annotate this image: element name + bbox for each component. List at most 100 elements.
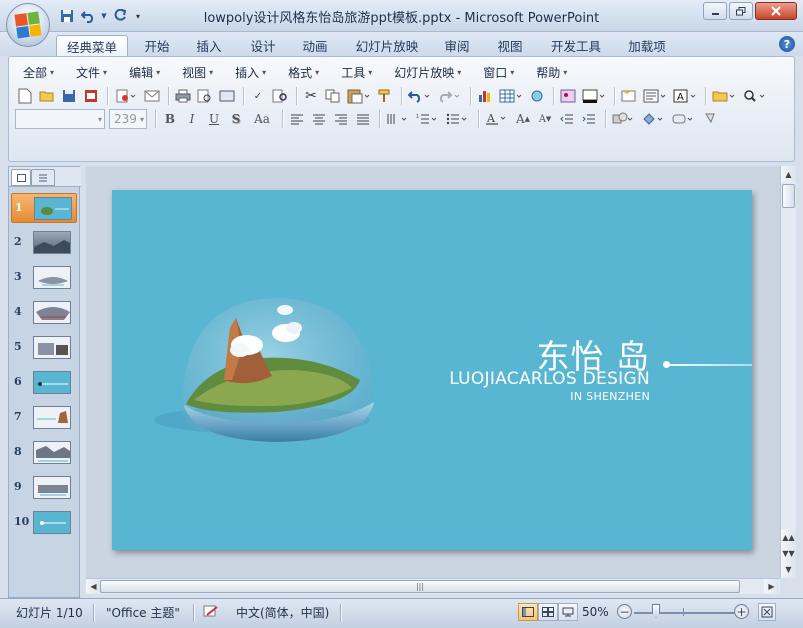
outline-tab[interactable] — [31, 169, 55, 186]
next-slide-icon[interactable]: ▼▼ — [781, 545, 796, 561]
justify-icon[interactable] — [353, 109, 373, 129]
line-color-icon[interactable] — [580, 86, 608, 106]
scroll-down-icon[interactable]: ▼ — [781, 561, 796, 577]
scroll-left-icon[interactable]: ◀ — [86, 579, 101, 593]
horizontal-scrollbar[interactable]: ◀ ||| ▶ — [86, 578, 780, 594]
font-name-combo[interactable]: ▾ — [15, 109, 105, 129]
prev-slide-icon[interactable]: ▲▲ — [781, 529, 796, 545]
restore-button[interactable] — [729, 2, 753, 20]
vertical-scroll-thumb[interactable] — [782, 184, 795, 208]
print-preview-icon[interactable] — [195, 86, 215, 106]
save-as-pdf-icon[interactable] — [81, 86, 101, 106]
numbering-icon[interactable]: 1 — [414, 109, 442, 129]
find-icon[interactable] — [740, 86, 768, 106]
decrease-indent-icon[interactable] — [557, 109, 577, 129]
slide-thumbnail[interactable]: 10 — [11, 508, 77, 538]
slideshow-button[interactable] — [558, 603, 578, 621]
tab-review[interactable]: 审阅 — [436, 35, 478, 56]
tab-developer[interactable]: 开发工具 — [544, 35, 608, 56]
menu-edit[interactable]: 编辑 ▾ — [121, 63, 168, 81]
italic-icon[interactable]: I — [182, 109, 202, 129]
slide-thumbnail[interactable]: 4 — [11, 298, 77, 328]
paste-icon[interactable] — [345, 86, 373, 106]
underline-icon[interactable]: U — [204, 109, 224, 129]
folder-icon[interactable] — [710, 86, 738, 106]
normal-view-button[interactable] — [518, 603, 538, 621]
spelling-icon[interactable]: ✓ — [248, 86, 268, 106]
menu-file[interactable]: 文件 ▾ — [68, 63, 115, 81]
shadow-icon[interactable]: S — [226, 109, 246, 129]
print-icon[interactable] — [173, 86, 193, 106]
new-icon[interactable] — [15, 86, 35, 106]
email-icon[interactable] — [142, 86, 162, 106]
help-icon[interactable]: ? — [779, 36, 795, 52]
slide-canvas[interactable]: 东怡 岛 LUOJIACARLOS DESIGN IN SHENZHEN — [112, 190, 752, 550]
align-left-icon[interactable] — [287, 109, 307, 129]
slide-view-icon[interactable] — [217, 86, 237, 106]
slide-thumbnail[interactable]: 3 — [11, 263, 77, 293]
menu-all[interactable]: 全部 ▾ — [15, 63, 62, 81]
slide-thumbnail[interactable]: 1 — [11, 193, 77, 223]
vertical-scrollbar[interactable]: ▲ ▲▲ ▼▼ ▼ — [780, 166, 796, 578]
close-button[interactable] — [755, 2, 797, 20]
language-indicator[interactable]: 中文(简体，中国) — [236, 602, 329, 622]
slide-subtitle[interactable]: LUOJIACARLOS DESIGN — [449, 369, 650, 389]
change-case-icon[interactable]: Aa — [248, 109, 276, 129]
tab-insert[interactable]: 插入 — [188, 35, 230, 56]
insert-picture-icon[interactable] — [558, 86, 578, 106]
shape-fill-icon[interactable] — [700, 109, 720, 129]
align-center-icon[interactable] — [309, 109, 329, 129]
bold-icon[interactable]: B — [160, 109, 180, 129]
zoom-slider[interactable] — [634, 612, 738, 614]
horizontal-scroll-thumb[interactable]: ||| — [100, 580, 740, 593]
spell-check-icon[interactable] — [203, 602, 221, 622]
redo-icon[interactable] — [436, 86, 464, 106]
slide-subtitle-2[interactable]: IN SHENZHEN — [570, 390, 650, 403]
research-icon[interactable] — [270, 86, 290, 106]
increase-font-icon[interactable]: A ▲ — [513, 109, 533, 129]
slide-thumbnail[interactable]: 5 — [11, 333, 77, 363]
shapes-icon[interactable] — [610, 109, 638, 129]
menu-format[interactable]: 格式 ▾ — [280, 63, 327, 81]
slides-tab[interactable] — [11, 169, 31, 186]
arrange-icon[interactable] — [640, 109, 668, 129]
fit-to-window-icon[interactable] — [758, 603, 776, 621]
quick-styles-icon[interactable] — [670, 109, 698, 129]
menu-window[interactable]: 窗口 ▾ — [475, 63, 522, 81]
scroll-up-icon[interactable]: ▲ — [781, 166, 796, 182]
tab-slideshow[interactable]: 幻灯片放映 — [350, 35, 424, 56]
tab-classic-menu[interactable]: 经典菜单 — [56, 35, 128, 56]
increase-indent-icon[interactable] — [579, 109, 599, 129]
format-painter-icon[interactable] — [375, 86, 395, 106]
menu-tools[interactable]: 工具 ▾ — [333, 63, 380, 81]
permission-icon[interactable] — [112, 86, 140, 106]
theme-name[interactable]: "Office 主题" — [106, 602, 180, 622]
slide-thumbnail[interactable]: 9 — [11, 473, 77, 503]
font-size-combo[interactable]: 239 ▾ — [109, 109, 147, 129]
tab-view[interactable]: 视图 — [489, 35, 531, 56]
cut-icon[interactable]: ✂ — [301, 86, 321, 106]
minimize-button[interactable] — [703, 2, 727, 20]
tab-addins[interactable]: 加载项 — [620, 35, 674, 56]
text-box-icon[interactable]: A — [671, 86, 699, 106]
zoom-percent[interactable]: 50% — [582, 602, 609, 622]
open-icon[interactable] — [37, 86, 57, 106]
insert-table-icon[interactable] — [497, 86, 525, 106]
undo-icon[interactable] — [406, 86, 434, 106]
layout-icon[interactable] — [641, 86, 669, 106]
scroll-right-icon[interactable]: ▶ — [764, 579, 779, 593]
new-slide-icon[interactable] — [619, 86, 639, 106]
zoom-out-icon[interactable]: − — [617, 604, 632, 619]
slide-thumbnail[interactable]: 8 — [11, 438, 77, 468]
slide-sorter-button[interactable] — [538, 603, 558, 621]
align-right-icon[interactable] — [331, 109, 351, 129]
menu-help[interactable]: 帮助 ▾ — [528, 63, 575, 81]
bullets-icon[interactable] — [444, 109, 472, 129]
menu-slideshow[interactable]: 幻灯片放映 ▾ — [386, 63, 469, 81]
tab-animation[interactable]: 动画 — [294, 35, 336, 56]
zoom-in-icon[interactable]: + — [734, 604, 749, 619]
slide-thumbnail[interactable]: 7 — [11, 403, 77, 433]
font-color-icon[interactable]: A — [483, 109, 511, 129]
insert-hyperlink-icon[interactable] — [527, 86, 547, 106]
save-icon[interactable] — [59, 86, 79, 106]
